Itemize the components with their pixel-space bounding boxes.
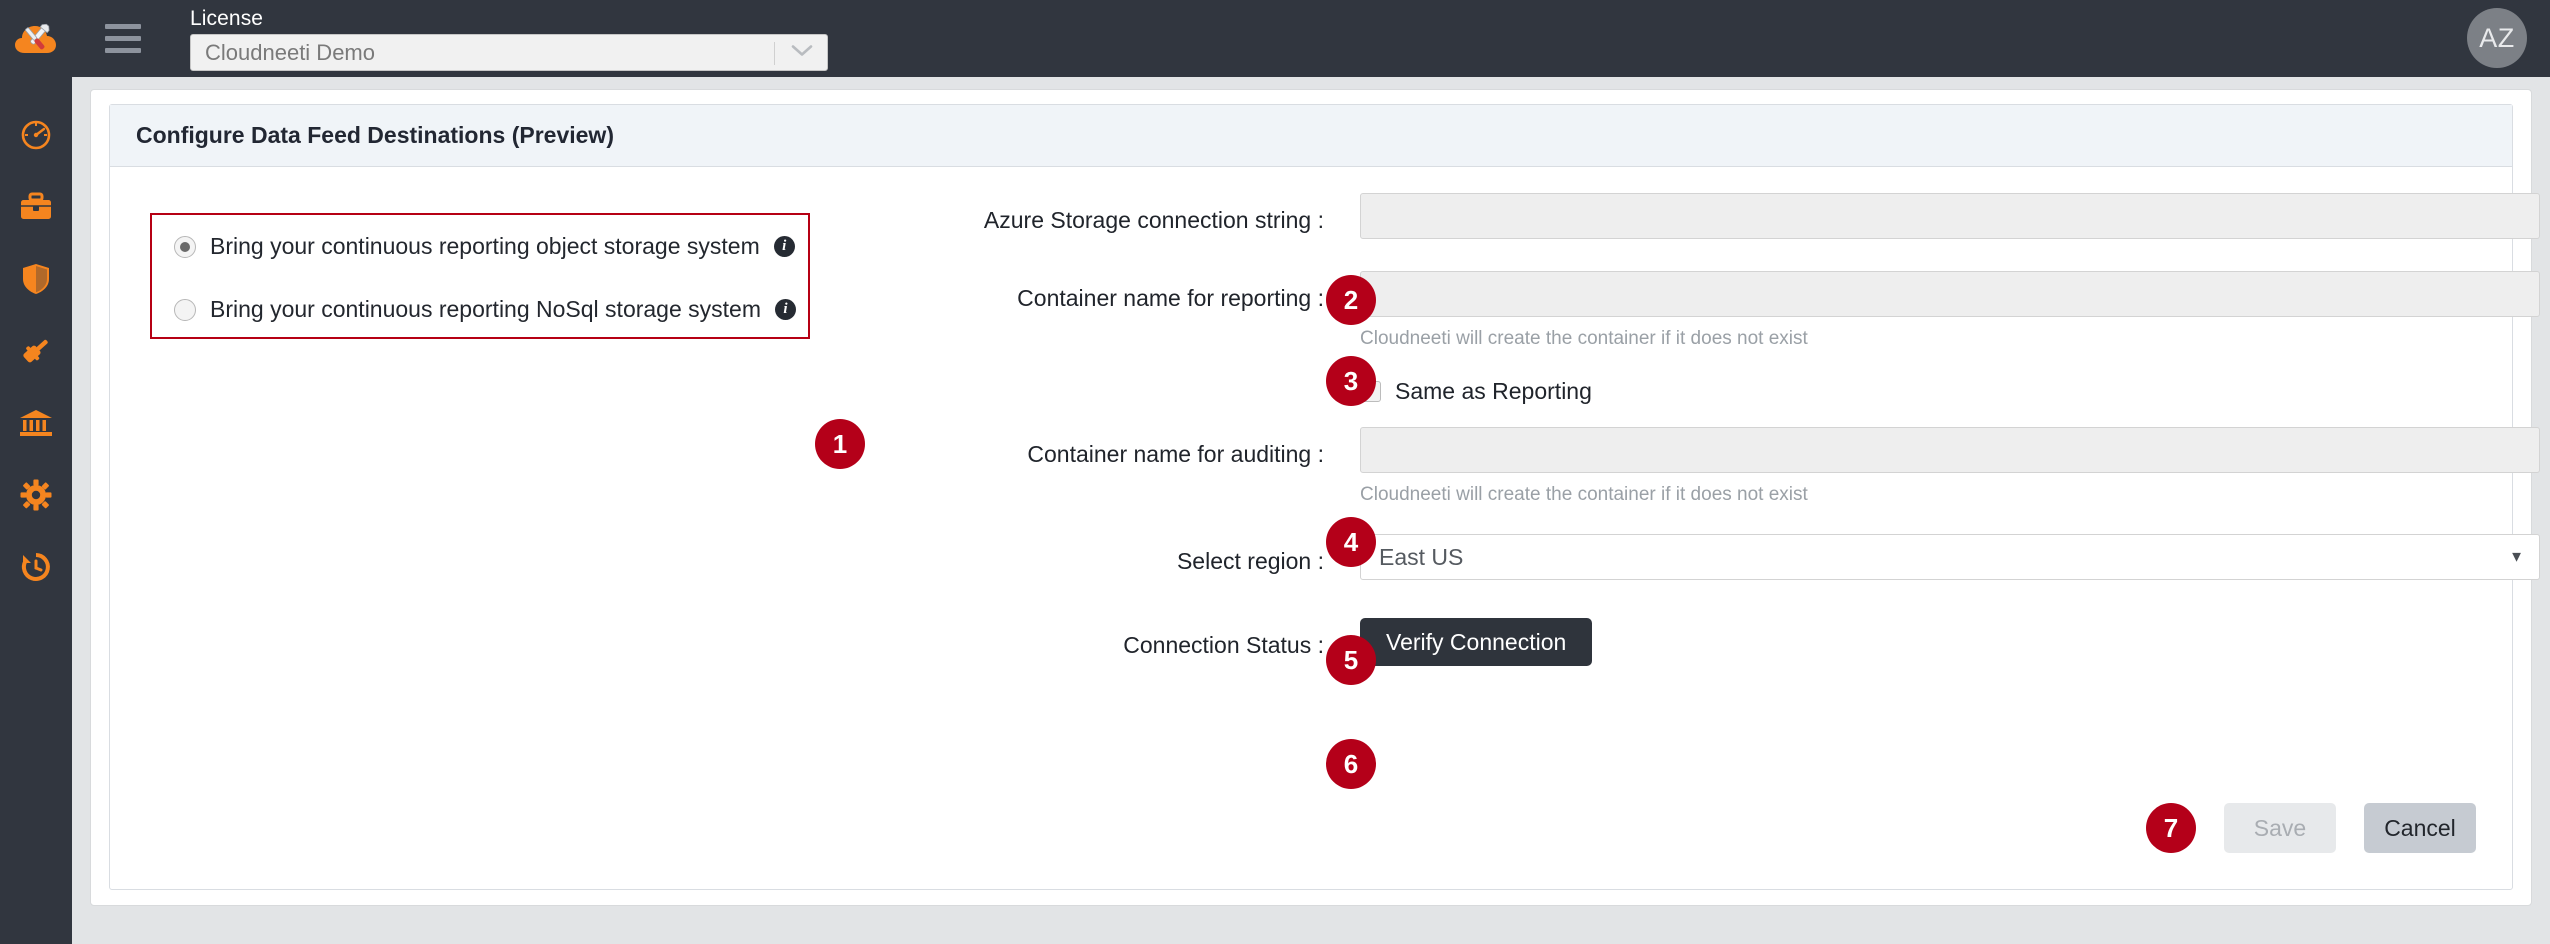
same-as-reporting-label: Same as Reporting — [1395, 378, 1592, 404]
container-auditing-input[interactable] — [1360, 427, 2540, 473]
sidebar-item-history[interactable] — [0, 531, 72, 603]
field-container-reporting: Container name for reporting : Cloudneet… — [890, 271, 2540, 350]
license-label: License — [190, 7, 264, 30]
panel-body: Bring your continuous reporting object s… — [110, 167, 2540, 889]
gear-icon — [20, 479, 52, 511]
same-as-reporting-row[interactable]: Same as Reporting — [1360, 378, 2450, 405]
sidebar-item-portfolio[interactable] — [0, 171, 72, 243]
badge-3: 3 — [1326, 356, 1376, 406]
badge-4: 4 — [1326, 517, 1376, 567]
sidebar-item-dashboard[interactable] — [0, 99, 72, 171]
badge-2: 2 — [1326, 275, 1376, 325]
briefcase-icon — [21, 192, 51, 219]
region-select-value: East US — [1379, 543, 1464, 570]
field-container-auditing: Container name for auditing : Cloudneeti… — [890, 427, 2540, 506]
badge-1: 1 — [815, 419, 865, 469]
radio-object-storage-label: Bring your continuous reporting object s… — [210, 233, 760, 259]
license-dropdown[interactable]: Cloudneeti Demo — [190, 34, 828, 71]
cloud-tools-logo-icon — [15, 23, 56, 53]
license-dropdown-divider — [774, 42, 775, 65]
license-dropdown-value: Cloudneeti Demo — [205, 39, 375, 65]
content-card: Configure Data Feed Destinations (Previe… — [90, 89, 2540, 906]
app-logo[interactable] — [0, 0, 72, 77]
gauge-icon — [21, 120, 51, 150]
region-select[interactable]: East US ▼ — [1360, 534, 2540, 580]
badge-6: 6 — [1326, 739, 1376, 789]
sidebar-item-settings[interactable] — [0, 459, 72, 531]
page-title: Configure Data Feed Destinations (Previe… — [136, 122, 614, 148]
radio-object-storage-input[interactable] — [174, 235, 196, 258]
hamburger-bar — [105, 24, 141, 29]
radio-option-object-storage[interactable]: Bring your continuous reporting object s… — [152, 215, 808, 278]
info-icon[interactable]: i — [773, 236, 795, 257]
sidebar — [0, 77, 72, 944]
shield-icon — [23, 264, 49, 294]
caret-down-icon: ▼ — [2509, 548, 2524, 566]
container-reporting-hint: Cloudneeti will create the container if … — [1360, 328, 1808, 349]
radio-nosql-storage-input[interactable] — [174, 298, 196, 321]
data-feed-form: Azure Storage connection string : Contai… — [890, 193, 2540, 666]
radio-option-nosql-storage[interactable]: Bring your continuous reporting NoSql st… — [152, 278, 808, 341]
hamburger-bar — [105, 48, 141, 53]
badge-5: 5 — [1326, 635, 1376, 685]
cancel-button[interactable]: Cancel — [2364, 803, 2476, 853]
avatar[interactable]: AZ — [2467, 8, 2527, 68]
hamburger-bar — [105, 36, 141, 41]
container-reporting-input[interactable] — [1360, 271, 2540, 317]
container-auditing-hint: Cloudneeti will create the container if … — [1360, 484, 1808, 505]
panel-header: Configure Data Feed Destinations (Previe… — [110, 105, 2512, 167]
container-auditing-label: Container name for auditing : — [1027, 441, 1324, 467]
storage-type-group: Bring your continuous reporting object s… — [150, 213, 810, 339]
form-actions: 7 Save Cancel — [2146, 803, 2476, 853]
field-region: Select region : East US ▼ — [890, 534, 2540, 580]
field-same-as-reporting: Same as Reporting — [890, 378, 2450, 405]
container-reporting-label: Container name for reporting : — [1017, 285, 1324, 311]
save-button[interactable]: Save — [2224, 803, 2336, 853]
sidebar-item-governance[interactable] — [0, 387, 72, 459]
hamburger-menu-icon[interactable] — [94, 0, 152, 77]
region-label: Select region : — [1176, 548, 1324, 574]
connection-status-label: Connection Status : — [1123, 632, 1324, 658]
bank-icon — [20, 410, 52, 436]
same-as-reporting-spacer — [890, 378, 1360, 392]
verify-connection-button[interactable]: Verify Connection — [1360, 618, 1593, 666]
field-connection-string: Azure Storage connection string : — [890, 193, 2540, 239]
sidebar-item-compliance[interactable] — [0, 315, 72, 387]
top-bar: License Cloudneeti Demo AZ — [0, 0, 2550, 77]
page-background: Configure Data Feed Destinations (Previe… — [72, 77, 2550, 944]
chevron-down-icon — [791, 43, 813, 62]
connection-string-label: Azure Storage connection string : — [983, 207, 1324, 233]
sidebar-item-security[interactable] — [0, 243, 72, 315]
history-icon — [21, 553, 50, 581]
gavel-icon — [23, 339, 48, 363]
license-selector-group: License Cloudneeti Demo — [190, 0, 828, 71]
info-icon[interactable]: i — [775, 299, 797, 320]
radio-nosql-storage-label: Bring your continuous reporting NoSql st… — [210, 296, 762, 322]
field-connection-status: Connection Status : Verify Connection — [890, 618, 2450, 666]
badge-7: 7 — [2146, 803, 2196, 853]
panel: Configure Data Feed Destinations (Previe… — [109, 104, 2540, 890]
connection-string-input[interactable] — [1360, 193, 2540, 239]
